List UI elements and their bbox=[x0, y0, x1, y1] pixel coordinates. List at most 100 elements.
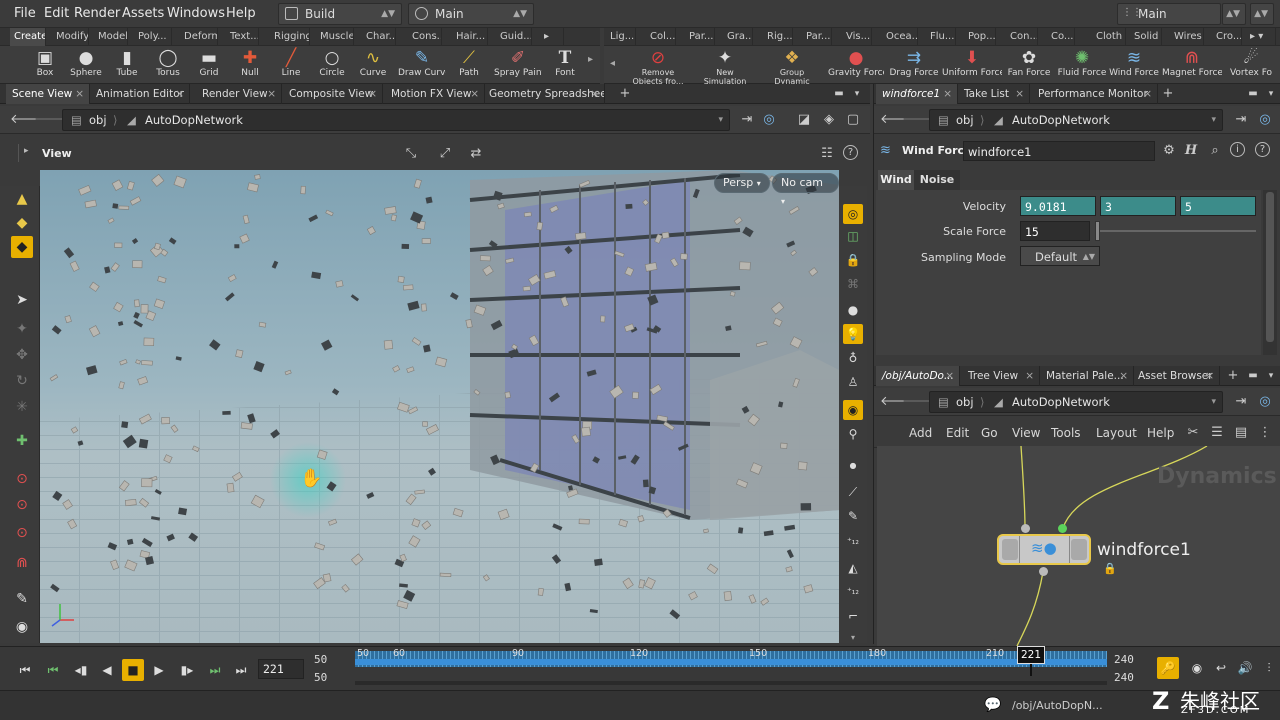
previous-key-icon[interactable]: ⏮ bbox=[42, 659, 64, 681]
dropdown-icon[interactable]: ▾ bbox=[1211, 110, 1216, 130]
shelf-scroll-icon[interactable]: ▸ bbox=[588, 54, 593, 65]
key-icon[interactable]: 🔑 bbox=[1157, 657, 1179, 679]
net-menu-tools[interactable]: Tools bbox=[1051, 426, 1081, 440]
network-path-field[interactable]: ▤ obj ⟩ ◢ AutoDopNetwork ▾ bbox=[929, 391, 1223, 413]
search-icon[interactable]: ⌕ bbox=[1206, 142, 1224, 160]
help-icon[interactable]: ? bbox=[843, 145, 858, 160]
menu-help[interactable]: Help bbox=[226, 6, 256, 21]
sculpt-tool-icon[interactable]: ◉ bbox=[11, 616, 33, 638]
network-view[interactable]: Dynamics ≋● windforce1 🔒 bbox=[877, 446, 1280, 646]
object-select-icon[interactable]: ▲ bbox=[11, 188, 33, 210]
tool-sphere[interactable]: ● Sphere bbox=[63, 48, 109, 82]
shelf-tab[interactable]: Solid bbox=[1130, 28, 1162, 46]
shelf-tab-more[interactable]: ▸ bbox=[540, 28, 564, 46]
tab-tree-view[interactable]: Tree View × bbox=[962, 366, 1040, 386]
net-menu-add[interactable]: Add bbox=[909, 426, 932, 440]
maximize-icon[interactable]: ▬ bbox=[1244, 367, 1262, 385]
menu-render[interactable]: Render bbox=[74, 6, 120, 21]
shelf-tab[interactable]: Deform bbox=[180, 28, 218, 46]
tool-uniform-force[interactable]: ⬇ Uniform Force bbox=[942, 48, 1002, 82]
shelf-scroll-left-icon[interactable]: ◂ bbox=[610, 58, 615, 69]
tool-line[interactable]: ╱ Line bbox=[268, 48, 314, 82]
pin-icon[interactable]: ⇥ bbox=[1232, 111, 1250, 129]
parm-scrollbar[interactable] bbox=[1263, 190, 1277, 355]
sphere-display-icon[interactable]: ● bbox=[843, 300, 863, 320]
path-node[interactable]: AutoDopNetwork bbox=[145, 110, 243, 130]
tab-wind[interactable]: Wind bbox=[878, 170, 914, 190]
velocity-y-field[interactable]: 3 bbox=[1100, 196, 1176, 216]
net-menu-go[interactable]: Go bbox=[981, 426, 998, 440]
updown-button-2[interactable]: ▲▼ bbox=[1250, 3, 1274, 25]
pose-tool-icon[interactable]: ✚ bbox=[11, 430, 33, 452]
playhead-frame-label[interactable]: 221 bbox=[1017, 646, 1045, 664]
shelf-tab[interactable]: Co... bbox=[1047, 28, 1075, 46]
edge-select-icon[interactable]: ◆ bbox=[11, 236, 33, 258]
range-end-field[interactable]: 240 bbox=[1114, 653, 1134, 666]
lock-icon[interactable]: 🔒 bbox=[843, 250, 863, 270]
realtime-icon[interactable]: ◉ bbox=[1186, 657, 1208, 679]
tool-fluid-force[interactable]: ✺ Fluid Force bbox=[1056, 48, 1108, 82]
velocity-z-field[interactable]: 5 bbox=[1180, 196, 1256, 216]
tool-remove-objects[interactable]: ⊘ Remove Objects fro... bbox=[632, 48, 684, 86]
net-menu-edit[interactable]: Edit bbox=[946, 426, 969, 440]
ghost-icon[interactable]: ⌘ bbox=[843, 274, 863, 294]
shelf-tab[interactable]: Flu... bbox=[926, 28, 956, 46]
range-start-field[interactable]: 50 bbox=[314, 653, 327, 666]
sampling-mode-select[interactable]: Default ▲▼ bbox=[1020, 246, 1100, 266]
shelf-tab[interactable]: Modify bbox=[52, 28, 89, 46]
path-root[interactable]: obj bbox=[956, 110, 974, 130]
audio-icon[interactable]: 🔊 bbox=[1234, 657, 1256, 679]
tab-render-view[interactable]: Render View × bbox=[196, 84, 282, 104]
shelf-tab[interactable]: Wires bbox=[1170, 28, 1204, 46]
tab-performance-monitor[interactable]: Performance Monitor × bbox=[1032, 84, 1158, 104]
add-tab-icon[interactable]: + bbox=[616, 85, 634, 103]
transform-tool-icon[interactable]: ⤢ bbox=[436, 145, 454, 163]
menu-windows[interactable]: Windows bbox=[167, 6, 225, 21]
close-icon[interactable]: × bbox=[1015, 84, 1024, 104]
magnet-tool-2-icon[interactable]: ⊙ bbox=[11, 494, 33, 516]
viewport-3d[interactable]: Persp ▾ No cam ▾ ✋ bbox=[40, 170, 839, 643]
select-tool-icon[interactable]: ⤡ bbox=[402, 145, 420, 163]
tab-material-palette[interactable]: Material Pale... × bbox=[1040, 366, 1134, 386]
maximize-icon[interactable]: ▬ bbox=[830, 85, 848, 103]
shelf-tab[interactable]: Par... bbox=[685, 28, 715, 46]
tab-asset-browser[interactable]: Asset Browser × bbox=[1132, 366, 1220, 386]
magnet-tool-icon[interactable]: ⊙ bbox=[11, 468, 33, 490]
node-display-flag[interactable] bbox=[1071, 539, 1087, 560]
tool-curve[interactable]: ∿ Curve bbox=[350, 48, 396, 82]
tool-vortex-force[interactable]: ☄ Vortex Fo bbox=[1226, 48, 1276, 82]
scale-force-slider-handle[interactable] bbox=[1095, 221, 1100, 241]
path-node[interactable]: AutoDopNetwork bbox=[1012, 110, 1110, 130]
updown-button[interactable]: ▲▼ bbox=[1222, 3, 1246, 25]
tool-magnet-force[interactable]: ⋒ Magnet Force bbox=[1162, 48, 1222, 82]
tool-spray-paint[interactable]: ✐ Spray Paint bbox=[494, 48, 542, 82]
timeline-ruler[interactable]: 50 60 90 120 150 180 210 221 bbox=[355, 646, 1107, 676]
camera-menu[interactable]: No cam ▾ bbox=[772, 173, 839, 206]
right-desktop-select[interactable]: ⋮⋮ Main bbox=[1117, 3, 1221, 25]
tool-box[interactable]: ▣ Box bbox=[22, 48, 68, 82]
path-root[interactable]: obj bbox=[956, 392, 974, 412]
current-frame-field[interactable]: 221 bbox=[258, 659, 304, 679]
node-name-label[interactable]: windforce1 bbox=[1097, 540, 1191, 560]
back-arrow-icon[interactable]: 🡐 bbox=[10, 111, 45, 129]
shelf-tab[interactable]: Guid... bbox=[496, 28, 532, 46]
tool-drag-force[interactable]: ⇉ Drag Force bbox=[888, 48, 940, 82]
tab-scene-view[interactable]: Scene View × bbox=[6, 84, 90, 104]
tool-draw-curve[interactable]: ✎ Draw Curve bbox=[398, 48, 446, 82]
grid-12b-icon[interactable]: ⁺₁₂ bbox=[843, 582, 863, 602]
tab-network-path[interactable]: /obj/AutoDo... × bbox=[876, 366, 960, 386]
shelf-tab-create[interactable]: Create bbox=[10, 28, 46, 46]
light-2-icon[interactable]: ♁ bbox=[843, 348, 863, 368]
tree-icon[interactable]: ☰ bbox=[1208, 424, 1226, 442]
help-icon[interactable]: ? bbox=[1255, 142, 1270, 157]
scene-path-field[interactable]: ▤ obj ⟩ ◢ AutoDopNetwork ▾ bbox=[62, 109, 730, 131]
shelf-tab[interactable]: Muscles bbox=[316, 28, 354, 46]
tab-animation-editor[interactable]: Animation Editor × bbox=[90, 84, 190, 104]
shelf-tab[interactable]: Cro... bbox=[1212, 28, 1242, 46]
menu-assets[interactable]: Assets bbox=[122, 6, 164, 21]
shelf-tab[interactable]: Char... bbox=[362, 28, 396, 46]
close-icon[interactable]: × bbox=[1205, 366, 1214, 386]
close-icon[interactable]: × bbox=[590, 84, 599, 104]
tab-noise[interactable]: Noise bbox=[918, 170, 956, 190]
handle-tool-icon[interactable]: ⇄ bbox=[467, 145, 485, 163]
